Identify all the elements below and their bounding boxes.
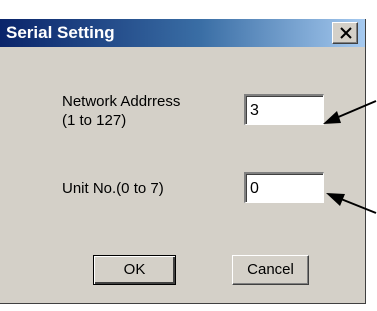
screenshot-stage: Serial Setting Network Addrress (1 to 12… xyxy=(0,0,377,311)
arrow-left-icon xyxy=(326,193,377,214)
arrow-left-icon xyxy=(323,100,377,124)
annotation-arrows xyxy=(323,100,377,214)
